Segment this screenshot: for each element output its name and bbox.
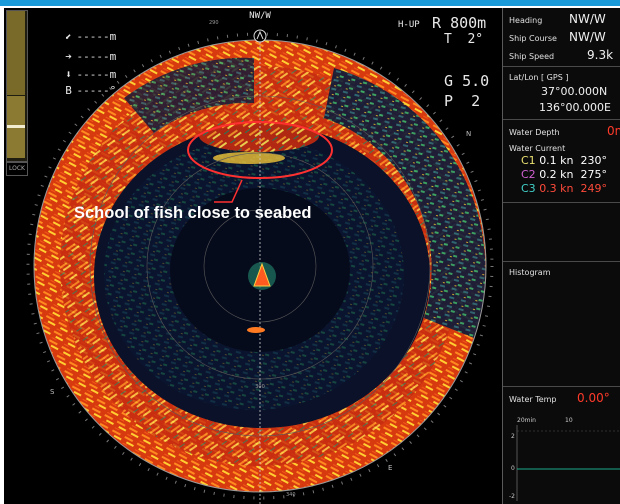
position-section: Lat/Lon [ GPS ] 37°00.000N 136°00.000E xyxy=(503,67,620,120)
pulse-readout[interactable]: P 2 xyxy=(444,92,480,110)
range-label: R xyxy=(432,14,442,32)
blank-section xyxy=(503,203,620,262)
current-dir: 249° xyxy=(580,182,608,195)
gain-value: 5.0 xyxy=(462,72,490,90)
temp-graph xyxy=(516,425,620,501)
longitude-value: 136°00.000E xyxy=(539,101,611,114)
range-value: 800m xyxy=(450,14,487,32)
compass-east: E xyxy=(388,464,392,472)
direction-label: NW/W xyxy=(249,11,271,21)
current-label: Water Current xyxy=(509,144,566,153)
current-row-c2: C2 0.2 kn 275° xyxy=(521,168,607,181)
current-tag: C1 xyxy=(521,154,536,167)
tilt-readout[interactable]: T 2° xyxy=(444,32,483,47)
latlon-label: Lat/Lon [ GPS ] xyxy=(509,73,569,82)
speed-label: Ship Speed xyxy=(509,52,555,61)
heading-label: Heading xyxy=(509,16,543,25)
navigation-section: Heading NW/W Ship Course NW/W Ship Speed… xyxy=(503,8,620,67)
mode-label: H-UP xyxy=(398,20,420,30)
water-section: Water Depth 0m Water Current C1 0.1 kn 2… xyxy=(503,120,620,203)
range-readout[interactable]: R 800m xyxy=(432,14,486,32)
gain-readout[interactable]: G 5.0 xyxy=(444,72,489,90)
ring-label-bottom2: 340 xyxy=(286,492,296,498)
current-dir: 275° xyxy=(580,168,608,181)
gain-label: G xyxy=(444,72,454,90)
histogram-section: Histogram xyxy=(503,262,620,387)
histogram-label: Histogram xyxy=(509,268,551,277)
tilt-value: 2° xyxy=(467,32,484,47)
sonar-display[interactable]: NW/W 290 300 340 N E S xyxy=(4,8,502,504)
course-value: NW/W xyxy=(569,30,606,44)
current-speed: 0.1 kn xyxy=(539,154,574,167)
top-accent-bar xyxy=(0,0,620,6)
compass-south: S xyxy=(50,388,55,396)
current-speed: 0.3 kn xyxy=(539,182,574,195)
ring-label-top: 290 xyxy=(209,20,219,26)
current-row-c3: C3 0.3 kn 249° xyxy=(521,182,607,195)
depth-label: Water Depth xyxy=(509,128,560,137)
latitude-value: 37°00.000N xyxy=(541,85,608,98)
info-panel: Heading NW/W Ship Course NW/W Ship Speed… xyxy=(502,8,620,504)
course-label: Ship Course xyxy=(509,34,557,43)
temp-value: 0.00° xyxy=(577,391,610,405)
current-tag: C3 xyxy=(521,182,536,195)
ring-label-bottom: 300 xyxy=(255,384,265,390)
tilt-label: T xyxy=(444,32,452,47)
sonar-screen: LOCK ⬋-----m ➔-----m ⬇-----m B-----° xyxy=(4,8,620,504)
pulse-value: 2 xyxy=(471,92,481,110)
compass-north: N xyxy=(466,130,471,138)
annotation-caption: School of fish close to seabed xyxy=(74,204,312,222)
pulse-label: P xyxy=(444,92,454,110)
depth-value: 0m xyxy=(607,124,620,138)
heading-value: NW/W xyxy=(569,12,606,26)
current-speed: 0.2 kn xyxy=(539,168,574,181)
speed-value: 9.3k xyxy=(587,48,614,62)
current-dir: 230° xyxy=(580,154,608,167)
current-tag: C2 xyxy=(521,168,536,181)
temperature-section: Water Temp 0.00° 20min 10 2 0 -2 xyxy=(503,387,620,504)
fish-school-echo xyxy=(199,120,319,152)
current-row-c1: C1 0.1 kn 230° xyxy=(521,154,607,167)
bottom-echo xyxy=(247,327,265,333)
temp-label: Water Temp xyxy=(509,395,557,404)
